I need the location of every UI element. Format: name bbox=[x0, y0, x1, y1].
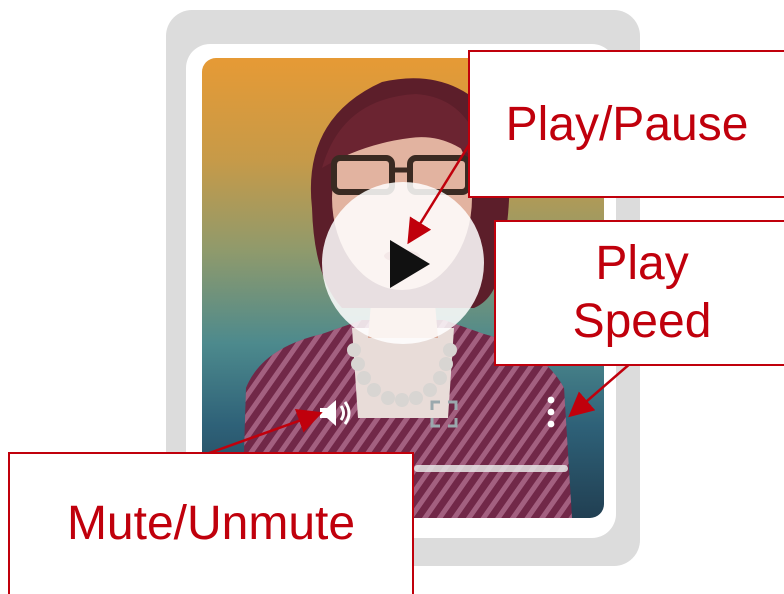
mute-unmute-callout-label: Mute/Unmute bbox=[66, 497, 356, 550]
fullscreen-button[interactable] bbox=[428, 398, 460, 430]
fullscreen-icon bbox=[430, 400, 458, 428]
play-icon bbox=[390, 240, 430, 288]
play-speed-menu-button[interactable] bbox=[542, 394, 560, 430]
play-pause-callout: Play/Pause bbox=[468, 50, 784, 198]
play-pause-callout-label: Play/Pause bbox=[505, 97, 749, 151]
vertical-dots-icon bbox=[547, 396, 555, 428]
play-speed-callout: Play Speed bbox=[494, 220, 784, 366]
speaker-icon bbox=[320, 400, 351, 426]
annotated-screenshot: Play/Pause Play Speed Mute/Unmute bbox=[0, 0, 784, 594]
progress-bar[interactable] bbox=[414, 465, 568, 472]
mute-unmute-callout: Mute/Unmute bbox=[8, 452, 414, 594]
play-speed-callout-line1: Play bbox=[595, 237, 689, 290]
mute-unmute-button[interactable] bbox=[318, 396, 356, 430]
play-speed-callout-line2: Speed bbox=[572, 295, 712, 348]
